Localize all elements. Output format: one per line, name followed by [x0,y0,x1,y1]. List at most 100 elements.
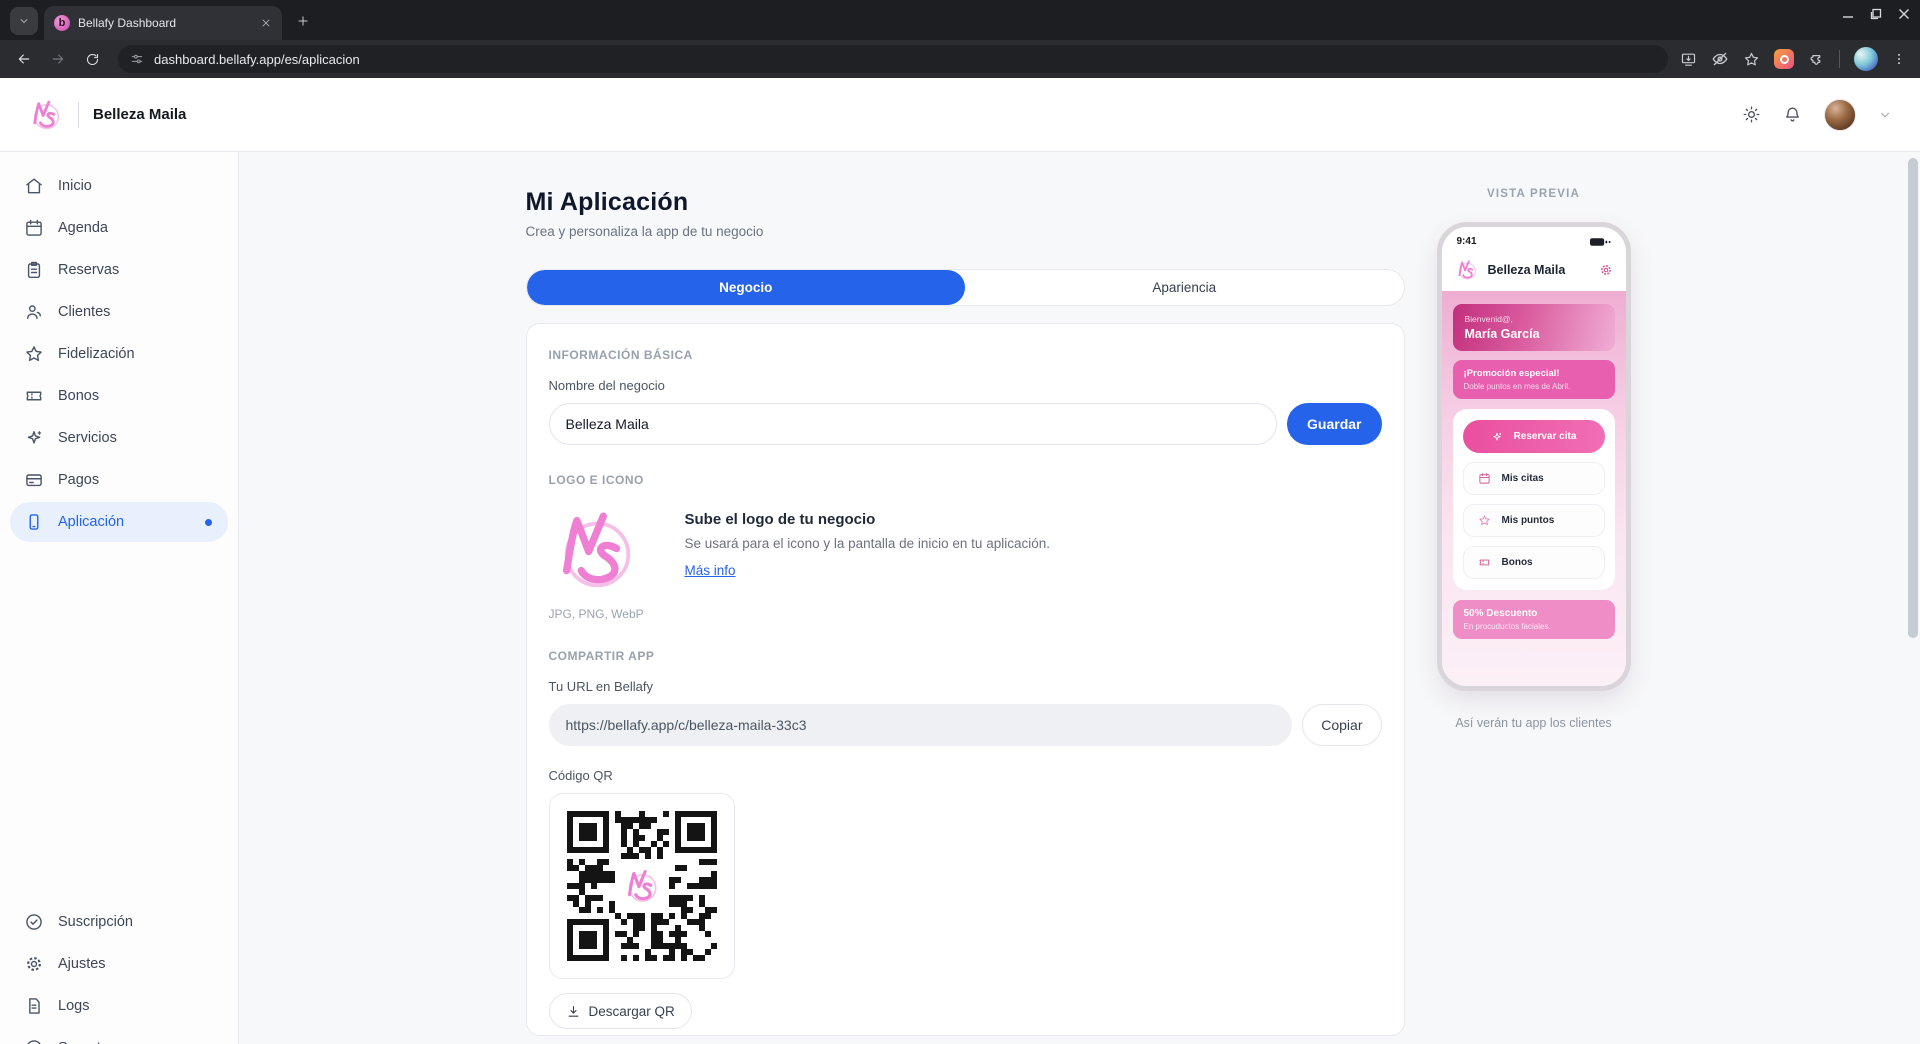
sidebar-item-inicio[interactable]: Inicio [10,166,228,206]
sidebar-item-fidelizacion[interactable]: Fidelización [10,334,228,374]
browser-menu-icon[interactable] [1892,52,1906,66]
home-icon [24,176,44,196]
user-avatar[interactable] [1824,99,1856,131]
sidebar-item-label: Clientes [58,304,110,320]
browser-profile-avatar[interactable] [1854,47,1878,71]
phone-promo-title: ¡Promoción especial! [1464,368,1604,379]
close-icon[interactable] [1898,8,1910,20]
chevron-down-icon [18,15,30,27]
chevron-down-icon[interactable] [1878,108,1892,122]
section-heading-basic: INFORMACIÓN BÁSICA [549,348,1382,362]
file-icon [24,996,44,1016]
page-title: Mi Aplicación [526,188,1405,217]
credit-card-icon [24,470,44,490]
business-logo-image[interactable] [549,503,643,597]
main-content: Mi Aplicación Crea y personaliza la app … [239,152,1920,1044]
phone-button-label: Mis citas [1502,473,1544,484]
sidebar-item-label: Aplicación [58,514,124,530]
sidebar-item-label: Suscripción [58,914,133,930]
qr-code-card [549,793,735,979]
back-button[interactable] [10,45,38,73]
phone-time: 9:41 [1457,236,1477,247]
tab-close-icon[interactable] [260,17,272,29]
extensions-puzzle-icon[interactable] [1808,51,1825,68]
reload-button[interactable] [78,45,106,73]
copy-url-button[interactable]: Copiar [1302,704,1381,746]
eye-off-icon[interactable] [1711,50,1729,68]
tab-negocio[interactable]: Negocio [527,270,966,305]
brand: Belleza Maila [28,97,186,133]
browser-chrome: b Bellafy Dashboard dashboard.bellafy.ap… [0,0,1920,78]
sidebar-item-label: Inicio [58,178,92,194]
browser-toolbar: dashboard.bellafy.app/es/aplicacion [0,40,1920,78]
clipboard-icon [24,260,44,280]
phone-button-reservar-cita[interactable]: Reservar cita [1463,420,1605,453]
sidebar-item-soporte[interactable]: Soporte [10,1028,228,1044]
phone-welcome-name: María García [1465,327,1603,341]
new-tab-button[interactable] [290,8,316,34]
sparkles-icon [24,428,44,448]
phone-welcome-card: Bienvenid@, María García [1453,304,1615,351]
sidebar-item-pagos[interactable]: Pagos [10,460,228,500]
phone-app-name: Belleza Maila [1488,263,1590,277]
sidebar-item-bonos[interactable]: Bonos [10,376,228,416]
logo-upload-title: Sube el logo de tu negocio [685,511,1050,528]
arrow-right-icon [50,51,66,67]
toolbar-separator [1839,50,1840,68]
phone-discount-banner: 50% Descuento En procuductos faciales. [1453,600,1615,639]
sidebar-item-label: Agenda [58,220,108,236]
sidebar-item-reservas[interactable]: Reservas [10,250,228,290]
theme-sun-icon[interactable] [1742,105,1761,124]
site-info-icon[interactable] [130,52,144,66]
phone-welcome-greeting: Bienvenid@, [1465,314,1603,324]
active-indicator-dot [205,519,212,526]
phone-button-bonos[interactable]: Bonos [1463,546,1605,579]
sidebar-item-label: Soporte [58,1040,109,1044]
tab-search-button[interactable] [10,7,38,35]
phone-button-mis-puntos[interactable]: Mis puntos [1463,504,1605,537]
tab-apariencia[interactable]: Apariencia [965,270,1404,305]
logo-upload-description: Se usará para el icono y la pantalla de … [685,536,1050,551]
badge-check-icon [24,912,44,932]
gear-icon [24,954,44,974]
download-qr-button[interactable]: Descargar QR [549,993,692,1029]
sidebar-item-clientes[interactable]: Clientes [10,292,228,332]
download-qr-label: Descargar QR [589,1004,675,1019]
phone-settings-gear-icon[interactable] [1599,263,1613,277]
sidebar-item-servicios[interactable]: Servicios [10,418,228,458]
sidebar-item-logs[interactable]: Logs [10,986,228,1026]
business-name-label: Nombre del negocio [549,378,1382,393]
browser-tab[interactable]: b Bellafy Dashboard [44,6,282,40]
extension-lens-icon[interactable] [1774,49,1794,69]
phone-body: Bienvenid@, María García ¡Promoción espe… [1442,291,1626,686]
sidebar-item-agenda[interactable]: Agenda [10,208,228,248]
bookmark-star-icon[interactable] [1743,51,1760,68]
page-scrollbar[interactable] [1908,158,1918,638]
sidebar-item-suscripcion[interactable]: Suscripción [10,902,228,942]
sidebar-item-aplicacion[interactable]: Aplicación [10,502,228,542]
business-name: Belleza Maila [93,106,186,123]
header-actions [1742,99,1892,131]
app-url-input[interactable] [549,704,1293,746]
bell-icon[interactable] [1783,105,1802,124]
forward-button[interactable] [44,45,72,73]
phone-button-label: Mis puntos [1502,515,1555,526]
more-info-link[interactable]: Más info [685,563,736,578]
star-icon [24,344,44,364]
phone-actions-card: Reservar cita Mis citas Mis puntos [1453,409,1615,590]
users-icon [24,302,44,322]
qr-code-image [567,811,717,961]
maximize-icon[interactable] [1870,8,1882,20]
save-button[interactable]: Guardar [1287,403,1381,445]
minimize-icon[interactable] [1842,8,1854,20]
smartphone-icon [24,512,44,532]
section-tabs: Negocio Apariencia [526,269,1405,306]
app-header: Belleza Maila [0,78,1920,152]
install-app-icon[interactable] [1680,51,1697,68]
brand-divider [78,102,79,128]
business-name-input[interactable] [549,403,1278,445]
phone-button-mis-citas[interactable]: Mis citas [1463,462,1605,495]
url-bar[interactable]: dashboard.bellafy.app/es/aplicacion [118,45,1668,73]
arrow-left-icon [16,51,32,67]
sidebar-item-ajustes[interactable]: Ajustes [10,944,228,984]
